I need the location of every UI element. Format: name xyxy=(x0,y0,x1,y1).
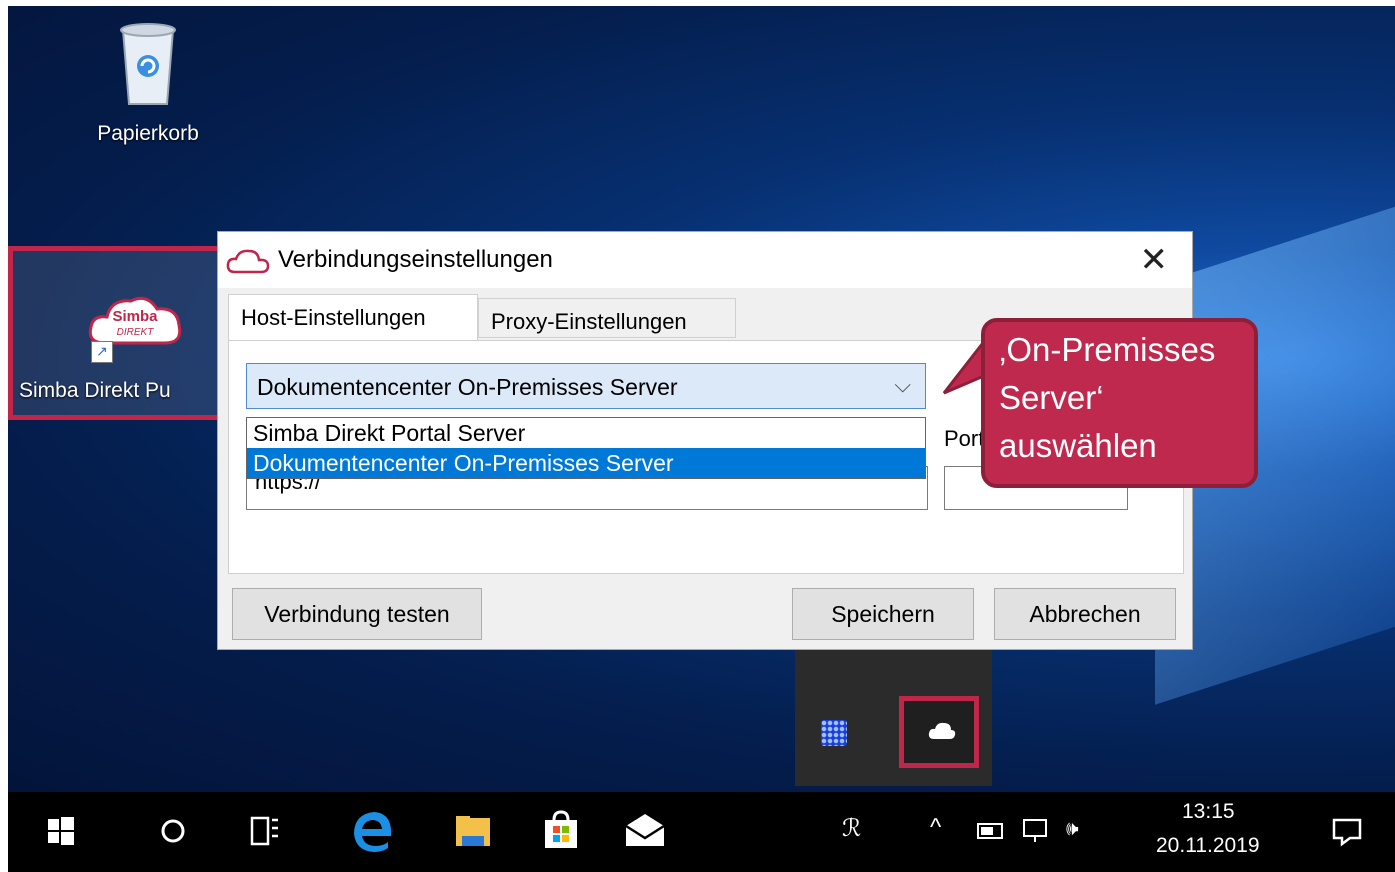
tray-overflow-popup xyxy=(795,640,992,786)
callout-line-1: ‚On-Premisses xyxy=(999,331,1216,368)
chevron-down-icon: ⌵ xyxy=(894,372,911,397)
server-type-combobox[interactable]: Dokumentencenter On-Premisses Server ⌵ xyxy=(246,363,926,409)
file-explorer-icon[interactable] xyxy=(448,806,498,856)
people-icon[interactable]: ℛ xyxy=(842,814,861,843)
recycle-bin-icon xyxy=(120,23,176,105)
callout-line-2: Server‘ xyxy=(999,379,1104,416)
clock-time[interactable]: 13:15 xyxy=(1182,800,1235,824)
instruction-callout: ‚On-Premisses Server‘ auswählen xyxy=(981,318,1258,488)
simba-direkt-desktop-shortcut[interactable]: Simba DIREKT ↗ Simba Direkt Pu xyxy=(8,246,236,420)
save-button[interactable]: Speichern xyxy=(792,588,974,640)
chevron-up-icon[interactable]: ^ xyxy=(930,814,941,842)
server-type-dropdown-list: Simba Direkt Portal Server Dokumentencen… xyxy=(246,417,926,479)
simba-shortcut-label: Simba Direkt Pu xyxy=(19,379,171,402)
taskbar: ℛ ^ 🕪 13:15 20.11.2019 xyxy=(8,792,1395,872)
edge-browser-icon[interactable] xyxy=(348,806,398,856)
cloud-outline-icon xyxy=(226,249,270,274)
cortana-icon[interactable] xyxy=(148,806,198,856)
volume-icon[interactable]: 🕪 xyxy=(1066,818,1079,841)
svg-text:Simba: Simba xyxy=(112,308,158,325)
windows-start-icon[interactable] xyxy=(36,806,86,856)
action-center-icon[interactable] xyxy=(1322,806,1372,856)
test-connection-button[interactable]: Verbindung testen xyxy=(232,588,482,640)
tab-host-settings[interactable]: Host-Einstellungen xyxy=(228,294,478,340)
close-icon[interactable]: ✕ xyxy=(1140,240,1169,280)
clock-date[interactable]: 20.11.2019 xyxy=(1156,834,1260,858)
svg-text:DIREKT: DIREKT xyxy=(117,327,155,338)
dialog-titlebar[interactable]: Verbindungseinstellungen ✕ xyxy=(218,232,1192,288)
shortcut-arrow-icon: ↗ xyxy=(91,341,113,363)
callout-line-3: auswählen xyxy=(999,427,1157,464)
task-view-icon[interactable] xyxy=(240,806,290,856)
tray-app-grid-icon[interactable] xyxy=(821,720,847,746)
mail-icon[interactable] xyxy=(620,806,670,856)
cancel-button[interactable]: Abbrechen xyxy=(994,588,1176,640)
recycle-bin-shortcut[interactable]: Papierkorb xyxy=(68,20,228,146)
battery-icon[interactable] xyxy=(972,810,1008,850)
tray-simba-cloud-button[interactable] xyxy=(899,696,979,768)
recycle-bin-label: Papierkorb xyxy=(97,122,199,145)
combobox-selected-value: Dokumentencenter On-Premisses Server xyxy=(257,374,678,400)
dialog-title: Verbindungseinstellungen xyxy=(278,246,553,273)
port-label: Port xyxy=(944,426,985,451)
dropdown-option-simba-portal[interactable]: Simba Direkt Portal Server xyxy=(247,418,925,448)
cloud-icon xyxy=(928,722,956,739)
tab-proxy-settings[interactable]: Proxy-Einstellungen xyxy=(478,298,736,338)
network-icon[interactable] xyxy=(1018,810,1054,850)
store-icon[interactable] xyxy=(536,806,586,856)
dropdown-option-on-premisses[interactable]: Dokumentencenter On-Premisses Server xyxy=(247,448,925,478)
